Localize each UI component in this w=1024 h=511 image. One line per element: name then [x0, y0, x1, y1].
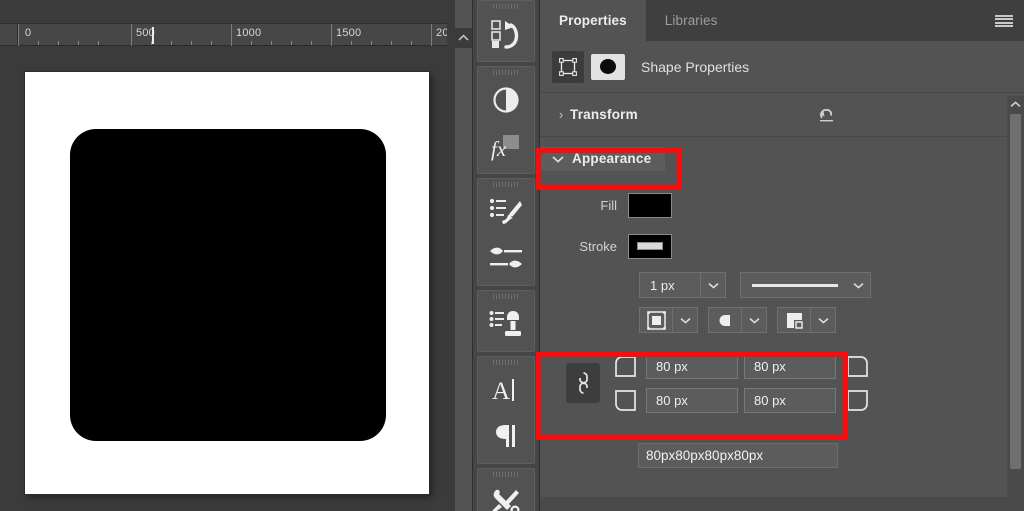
- stroke-color-swatch[interactable]: [628, 234, 672, 259]
- fill-color-swatch[interactable]: [628, 193, 672, 218]
- shape-properties-header: Shape Properties: [540, 41, 1024, 93]
- chevron-down-icon: [701, 273, 725, 297]
- appearance-twisty-icon[interactable]: [544, 155, 572, 163]
- stroke-cap-dropdown[interactable]: [708, 307, 767, 333]
- properties-panel: Properties Libraries: [540, 0, 1024, 511]
- chevron-up-icon: [458, 34, 469, 42]
- stroke-corner-icon: [778, 308, 810, 332]
- corner-radius-grid: 80 px 80 px 80 px 80 px: [610, 351, 872, 415]
- rail-group-brushes: [477, 178, 535, 286]
- solid-line-preview: [752, 284, 838, 287]
- fx-styles-icon[interactable]: fx: [478, 123, 534, 169]
- stroke-corner-dropdown[interactable]: [777, 307, 836, 333]
- ruler-origin-corner[interactable]: [0, 24, 18, 46]
- tool-presets-icon[interactable]: [478, 479, 534, 511]
- chevron-down-icon: [673, 308, 697, 332]
- character-icon[interactable]: A: [478, 367, 534, 413]
- tab-properties-label: Properties: [559, 13, 627, 28]
- history-actions-icon[interactable]: [478, 11, 534, 57]
- section-appearance[interactable]: Appearance: [540, 137, 1024, 181]
- shape-properties-title: Shape Properties: [641, 59, 749, 75]
- chevron-down-icon: [846, 273, 870, 297]
- drag-grip[interactable]: [493, 4, 519, 9]
- artboard[interactable]: [25, 72, 429, 494]
- brush-presets-icon[interactable]: [478, 189, 534, 235]
- radius-bottom-left[interactable]: 80 px: [646, 388, 738, 413]
- corner-radius-block: 80 px 80 px 80 px 80 px: [566, 351, 872, 415]
- fill-row: Fill: [540, 187, 1024, 223]
- corner-top-right-icon: [842, 355, 872, 378]
- svg-text:fx: fx: [491, 137, 507, 161]
- collapsed-panel-rail: fx: [472, 0, 540, 511]
- stroke-width-value: 1 px: [640, 278, 700, 293]
- stroke-controls-row: 1 px: [540, 272, 1024, 298]
- scroll-up-chevron-icon[interactable]: [1007, 96, 1024, 112]
- stroke-align-icon: [640, 308, 672, 332]
- corner-bottom-left-icon: [610, 389, 640, 412]
- chevron-down-icon: [552, 155, 564, 163]
- horizontal-ruler[interactable]: 0 500 1000 1500 20: [0, 24, 455, 46]
- drag-grip[interactable]: [493, 360, 519, 365]
- paragraph-icon[interactable]: [478, 413, 534, 459]
- hamburger-menu-icon[interactable]: [992, 11, 1016, 31]
- stroke-options-row: [540, 307, 1024, 333]
- link-corners-icon[interactable]: [566, 363, 600, 403]
- panel-tab-bar: Properties Libraries: [540, 0, 1024, 41]
- document-area: 0 500 1000 1500 20: [0, 0, 455, 511]
- section-transform-label: Transform: [570, 107, 638, 122]
- chevron-down-icon: [811, 308, 835, 332]
- ruler-tick-1000: 1000: [236, 27, 261, 39]
- stroke-cap-icon: [709, 308, 741, 332]
- radius-top-left[interactable]: 80 px: [646, 354, 738, 379]
- panel-scrollbar[interactable]: [1007, 96, 1024, 511]
- svg-text:A: A: [492, 378, 510, 405]
- drag-grip[interactable]: [493, 294, 519, 299]
- text-caret: [152, 27, 154, 44]
- reset-icon[interactable]: [815, 104, 839, 126]
- drag-grip[interactable]: [493, 182, 519, 187]
- stroke-none-bar: [637, 242, 663, 250]
- stroke-width-dropdown[interactable]: 1 px: [639, 272, 726, 298]
- rounded-rectangle-shape[interactable]: [70, 129, 386, 441]
- ruler-tick-1500: 1500: [336, 27, 361, 39]
- scrollbar-thumb[interactable]: [1010, 114, 1021, 469]
- rail-group-history: [477, 0, 535, 62]
- panel-footer-strip: [540, 497, 1024, 511]
- brush-settings-icon[interactable]: [478, 235, 534, 281]
- rail-group-type: A: [477, 356, 535, 464]
- transform-twisty-icon[interactable]: ›: [552, 107, 570, 122]
- transform-bounds-icon[interactable]: [552, 51, 584, 83]
- path-value-field[interactable]: 80px80px80px80px: [638, 443, 838, 468]
- radius-bottom-right[interactable]: 80 px: [744, 388, 836, 413]
- canvas-viewport[interactable]: [0, 46, 455, 511]
- stroke-style-dropdown[interactable]: [740, 272, 871, 298]
- drag-grip[interactable]: [493, 70, 519, 75]
- rail-group-adjustments: fx: [477, 66, 535, 174]
- photoshop-window: 0 500 1000 1500 20: [0, 0, 1024, 511]
- document-right-edge: [447, 0, 455, 511]
- tab-libraries[interactable]: Libraries: [646, 0, 737, 41]
- tab-properties[interactable]: Properties: [540, 0, 646, 41]
- shape-thumbnail-icon[interactable]: [591, 54, 625, 80]
- corner-top-left-icon: [610, 355, 640, 378]
- tab-libraries-label: Libraries: [665, 13, 718, 28]
- section-transform[interactable]: › Transform: [540, 93, 1024, 137]
- stroke-label: Stroke: [540, 239, 628, 254]
- clone-source-icon[interactable]: [478, 301, 534, 347]
- ruler-tick-0: 0: [25, 27, 31, 39]
- drag-grip[interactable]: [493, 472, 519, 477]
- rail-group-tool-presets: [477, 468, 535, 511]
- corner-radius-area: 80 px 80 px 80 px 80 px: [540, 333, 1024, 483]
- radius-top-right[interactable]: 80 px: [744, 354, 836, 379]
- document-top-strip: [0, 0, 455, 24]
- section-appearance-label: Appearance: [572, 151, 651, 166]
- stroke-align-dropdown[interactable]: [639, 307, 698, 333]
- chevron-down-icon: [742, 308, 766, 332]
- rail-group-clone: [477, 290, 535, 352]
- corner-bottom-right-icon: [842, 389, 872, 412]
- adjustments-icon[interactable]: [478, 77, 534, 123]
- fill-label: Fill: [540, 198, 628, 213]
- stroke-row: Stroke: [540, 228, 1024, 264]
- collapse-panel-button[interactable]: [455, 28, 472, 48]
